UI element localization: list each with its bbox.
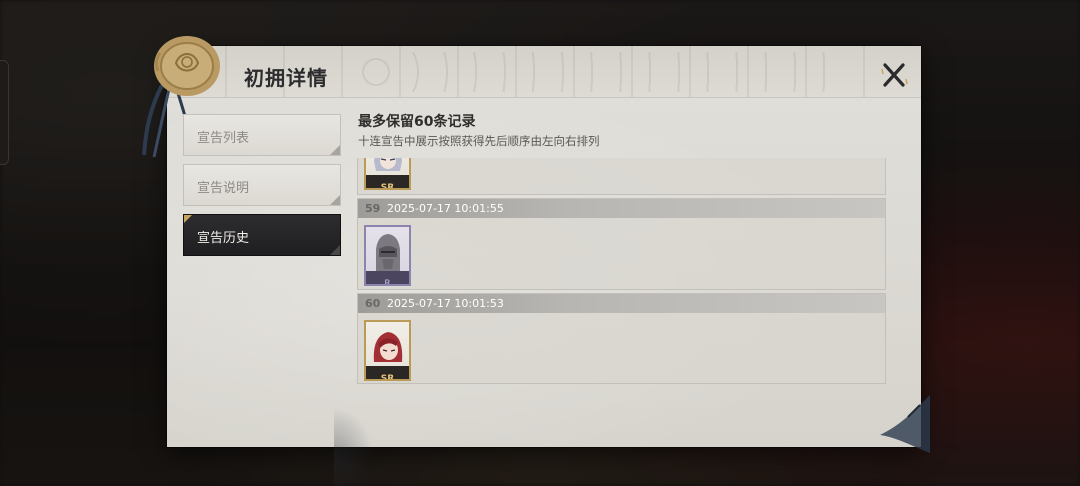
- record-index: 60: [365, 297, 381, 310]
- history-title: 最多保留60条记录: [358, 114, 476, 130]
- header-ornament: [347, 52, 847, 92]
- record-index: 59: [365, 202, 381, 215]
- tab-announcement-description[interactable]: 宣告说明: [183, 164, 341, 206]
- wax-seal-icon: [154, 36, 220, 96]
- history-record: 60 2025-07-17 10:01:53 SR: [357, 293, 886, 384]
- character-card[interactable]: R: [364, 225, 411, 286]
- tab-label: 宣告历史: [197, 231, 250, 246]
- dialog-header: 初拥详情: [167, 46, 921, 98]
- corner-ink-decoration: [880, 395, 930, 453]
- character-card[interactable]: SR: [364, 158, 411, 190]
- character-card[interactable]: SR: [364, 320, 411, 381]
- record-timestamp: 2025-07-17 10:01:55: [387, 202, 504, 215]
- screen-edge-tab: [0, 60, 9, 165]
- history-subtitle: 十连宣告中展示按照获得先后顺序由左向右排列: [358, 134, 600, 148]
- close-x-icon: [881, 63, 908, 87]
- rarity-badge: SR: [366, 175, 409, 188]
- rarity-label: R: [384, 279, 391, 286]
- tab-label: 宣告说明: [197, 181, 250, 196]
- rarity-label: SR: [380, 183, 395, 190]
- rarity-badge: SR: [366, 366, 409, 379]
- dialog-title: 初拥详情: [244, 66, 328, 90]
- history-record-list[interactable]: SR 59 2025-07-17 10:01:55 R 60 2025-07-1…: [357, 158, 886, 384]
- close-button[interactable]: [879, 60, 909, 90]
- record-header: 59 2025-07-17 10:01:55: [358, 199, 885, 218]
- record-header: 60 2025-07-17 10:01:53: [358, 294, 885, 313]
- ink-splash-decoration: [334, 406, 374, 486]
- tab-label: 宣告列表: [197, 131, 250, 146]
- rarity-badge: R: [366, 271, 409, 284]
- history-record: 59 2025-07-17 10:01:55 R: [357, 198, 886, 290]
- record-timestamp: 2025-07-17 10:01:53: [387, 297, 504, 310]
- history-record: SR: [357, 158, 886, 195]
- rarity-label: SR: [380, 374, 395, 381]
- tab-announcement-list[interactable]: 宣告列表: [183, 114, 341, 156]
- tab-announcement-history[interactable]: 宣告历史: [183, 214, 341, 256]
